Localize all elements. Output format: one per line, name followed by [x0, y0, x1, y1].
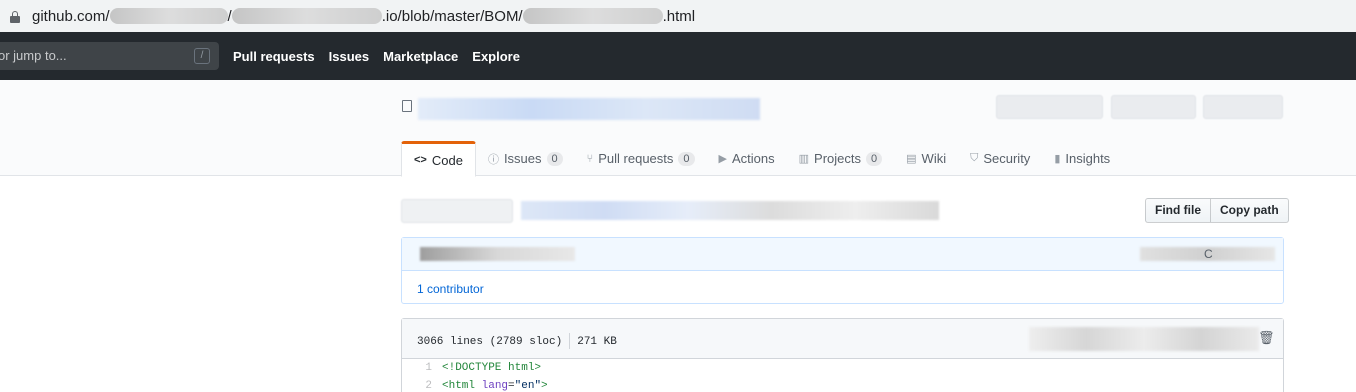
tab-label: Security	[983, 151, 1031, 166]
tab-label: Insights	[1065, 151, 1111, 166]
star-button[interactable]	[1111, 95, 1196, 119]
file-info: 3066 lines (2789 sloc) 271 KB	[417, 333, 617, 349]
tab-actions[interactable]: ▶ Actions	[707, 141, 787, 176]
code-text: <html lang="en">	[442, 380, 548, 392]
pull-request-icon: ⑂	[586, 152, 594, 165]
url-suffix: .html	[662, 7, 696, 25]
code-text: <!DOCTYPE html>	[442, 362, 542, 374]
redacted-segment	[231, 8, 382, 24]
tab-label: Wiki	[921, 151, 947, 166]
line-number[interactable]: 2	[402, 380, 442, 392]
divider	[569, 333, 571, 349]
address-bar[interactable]: github.com/ / .io/blob/master/BOM/ .html	[0, 0, 1356, 32]
tab-wiki[interactable]: ▤ Wiki	[894, 141, 958, 176]
repo-icon	[402, 100, 412, 112]
url-prefix: github.com/	[32, 7, 110, 25]
github-header: or jump to... / Pull requests Issues Mar…	[0, 32, 1356, 80]
tab-counter: 0	[546, 151, 563, 166]
code-attr: lang	[481, 380, 509, 392]
search-placeholder: or jump to...	[0, 48, 67, 63]
tab-code[interactable]: <> Code	[401, 141, 476, 177]
global-nav: Pull requests Issues Marketplace Explore	[233, 32, 534, 80]
repo-tabs: <> Code ⓘ Issues 0 ⑂ Pull requests 0 ▶ A…	[401, 141, 1122, 177]
shield-icon: ⛉	[970, 152, 979, 164]
redacted-segment	[109, 8, 228, 24]
tab-projects[interactable]: ▥ Projects 0	[787, 141, 895, 176]
code-eq: =	[508, 380, 515, 392]
book-icon: ▤	[906, 153, 917, 165]
code-tag-open: <html	[442, 380, 476, 392]
nav-explore[interactable]: Explore	[472, 49, 520, 64]
code-line: 2 <html lang="en">	[402, 377, 1283, 392]
tab-label: Projects	[814, 151, 862, 166]
trash-icon[interactable]: 🗑	[1258, 331, 1275, 346]
file-nav-buttons: Find file Copy path	[1145, 198, 1289, 223]
url-text[interactable]: github.com/ / .io/blob/master/BOM/ .html	[32, 8, 695, 25]
file-viewer: 3066 lines (2789 sloc) 271 KB 🗑 1 <!DOCTY…	[401, 318, 1284, 392]
nav-pull-requests[interactable]: Pull requests	[233, 49, 315, 64]
slash-key-hint: /	[194, 48, 210, 64]
file-header: 3066 lines (2789 sloc) 271 KB 🗑	[402, 319, 1283, 359]
issue-icon: ⓘ	[487, 153, 499, 166]
play-icon: ▶	[718, 153, 727, 165]
code-icon: <>	[414, 154, 427, 166]
tab-label: Code	[431, 152, 463, 168]
tab-pull-requests[interactable]: ⑂ Pull requests 0	[575, 141, 707, 176]
contributors-link[interactable]: 1 contributor	[417, 282, 484, 296]
fork-button[interactable]	[1203, 95, 1283, 119]
tab-issues[interactable]: ⓘ Issues 0	[476, 141, 575, 176]
repo-title-redacted[interactable]	[418, 98, 760, 120]
watch-button[interactable]	[996, 95, 1103, 119]
code-string: "en"	[514, 380, 542, 392]
tab-counter: 0	[678, 151, 695, 166]
tab-label: Issues	[503, 151, 542, 166]
url-mid: .io/blob/master/BOM/	[381, 7, 523, 25]
code-blob: 1 <!DOCTYPE html> 2 <html lang="en">	[402, 359, 1283, 392]
redacted-segment	[522, 8, 663, 24]
search-input[interactable]: or jump to... /	[0, 42, 219, 70]
tab-label: Pull requests	[598, 151, 674, 166]
file-actions-redacted[interactable]	[1029, 327, 1259, 351]
commit-meta-visible: C	[1204, 247, 1213, 261]
nav-marketplace[interactable]: Marketplace	[383, 49, 458, 64]
code-tag-close: >	[541, 380, 548, 392]
graph-icon: ▮	[1054, 153, 1061, 165]
branch-select-button[interactable]	[401, 199, 513, 223]
tab-security[interactable]: ⛉ Security	[958, 141, 1042, 176]
nav-issues[interactable]: Issues	[329, 49, 369, 64]
project-icon: ▥	[798, 153, 810, 165]
file-size: 271 KB	[577, 335, 617, 348]
tab-insights[interactable]: ▮ Insights	[1042, 141, 1122, 176]
file-path-breadcrumb[interactable]	[521, 201, 939, 220]
find-file-button[interactable]: Find file	[1145, 198, 1211, 223]
commit-tease: C 1 contributor	[401, 237, 1284, 304]
tab-counter: 0	[866, 151, 883, 166]
copy-path-button[interactable]: Copy path	[1211, 198, 1289, 223]
tab-label: Actions	[732, 151, 775, 166]
line-number[interactable]: 1	[402, 362, 442, 374]
repo-header: <> Code ⓘ Issues 0 ⑂ Pull requests 0 ▶ A…	[0, 80, 1356, 177]
line-count: 3066 lines (2789 sloc)	[417, 335, 563, 348]
commit-author-redacted[interactable]	[420, 247, 575, 261]
commit-summary: C	[402, 238, 1283, 271]
code-line: 1 <!DOCTYPE html>	[402, 359, 1283, 377]
lock-icon[interactable]	[10, 11, 20, 23]
